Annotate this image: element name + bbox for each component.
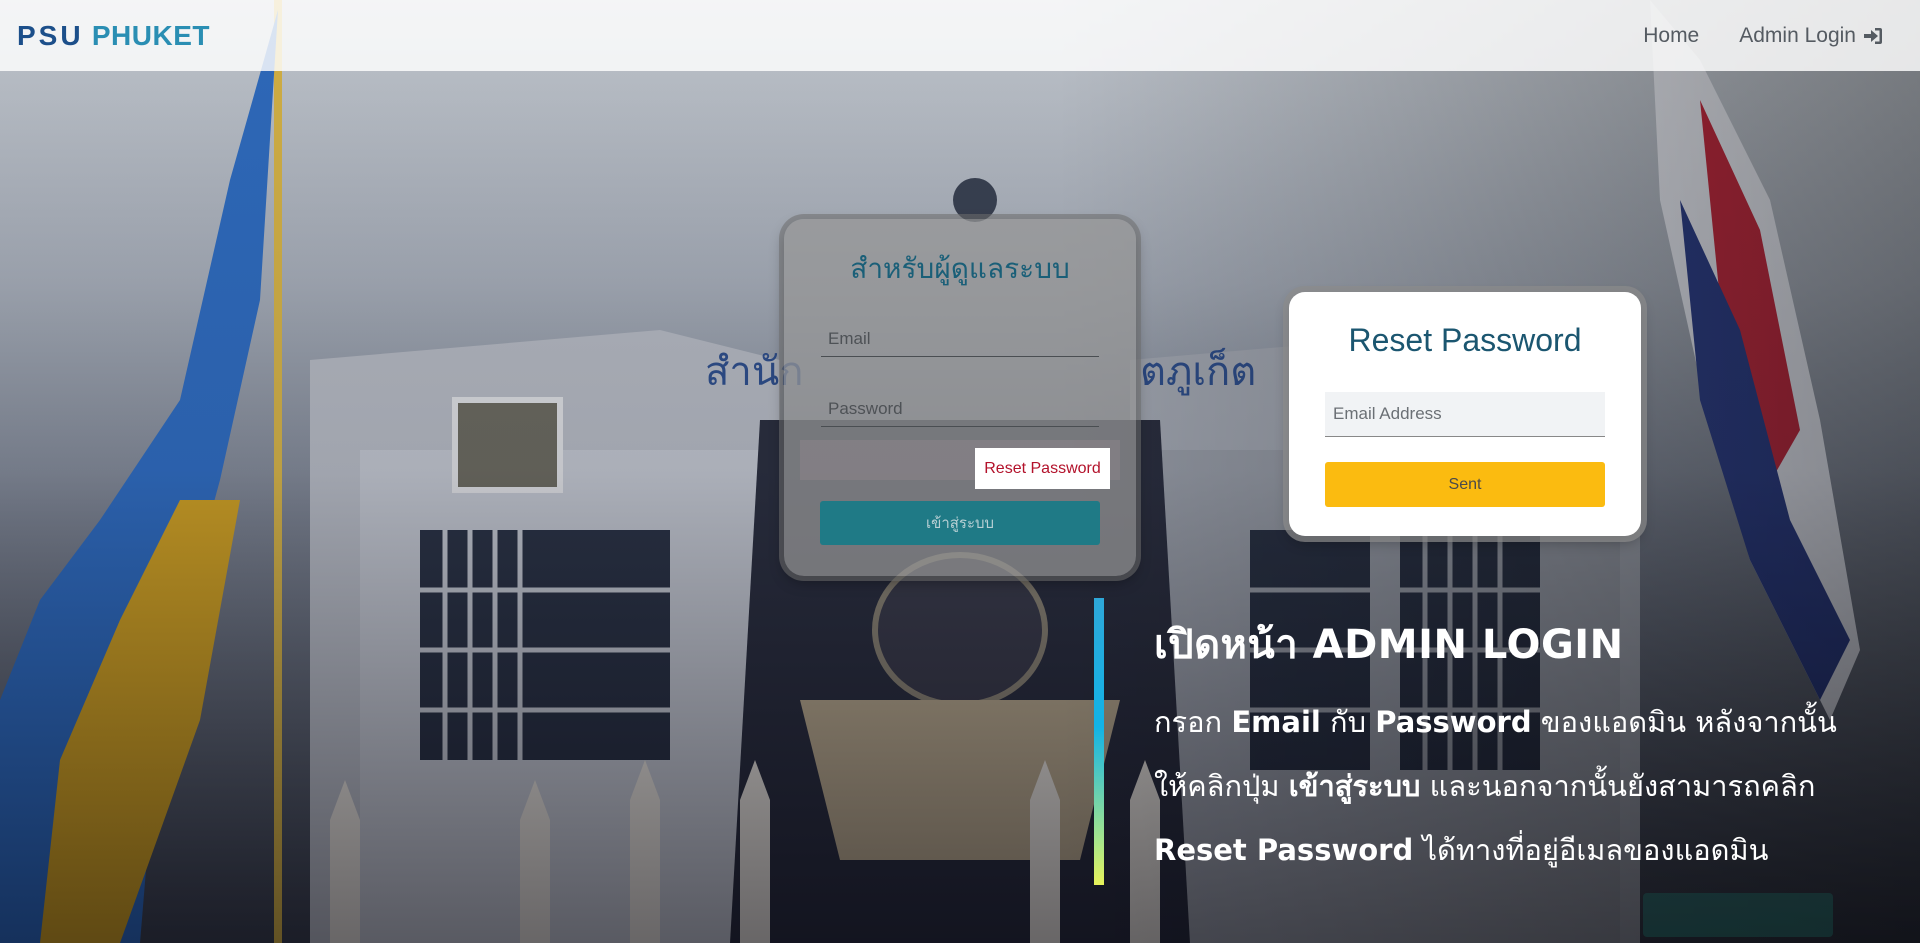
desc-bold-password: Password [1375, 705, 1532, 739]
login-card-title: สำหรับผู้ดูแลระบบ [850, 252, 1070, 285]
description-accent-bar [1094, 598, 1104, 885]
sign-in-icon [1864, 27, 1882, 44]
corner-chip [1643, 893, 1833, 937]
desc-bold-login: เข้าสู่ระบบ [1288, 769, 1421, 803]
desc-text: และนอกจากนั้นยังสามารถคลิก [1420, 769, 1816, 803]
desc-bold-reset: Reset Password [1154, 833, 1414, 867]
login-button[interactable]: เข้าสู่ระบบ [820, 501, 1100, 545]
navbar: PSU PHUKET Home Admin Login [0, 0, 1920, 71]
reset-card-title: Reset Password [1348, 322, 1582, 358]
desc-text: ได้ทางที่อยู่อีเมลของแอดมิน [1413, 833, 1769, 867]
reset-password-link[interactable]: Reset Password [975, 448, 1110, 489]
description-line-1: กรอก Email กับ Password ของแอดมิน หลังจา… [1154, 690, 1894, 754]
description-block: เปิดหน้า ADMIN LOGIN กรอก Email กับ Pass… [1154, 612, 1894, 882]
nav-home-link[interactable]: Home [1643, 24, 1699, 48]
sent-button[interactable]: Sent [1325, 462, 1605, 507]
desc-text: ของแอดมิน หลังจากนั้น [1531, 705, 1837, 739]
desc-text: กรอก [1154, 705, 1232, 739]
password-input[interactable] [821, 391, 1099, 427]
nav-admin-login-link[interactable]: Admin Login [1739, 24, 1883, 48]
brand-psu: PSU [17, 19, 84, 51]
brand-logo[interactable]: PSU PHUKET [17, 20, 210, 52]
email-input[interactable] [821, 321, 1099, 357]
brand-phuket: PHUKET [91, 19, 210, 51]
description-heading: เปิดหน้า ADMIN LOGIN [1154, 622, 1624, 668]
desc-bold-email: Email [1231, 705, 1321, 739]
admin-login-card: สำหรับผู้ดูแลระบบ Reset Password เข้าสู่… [784, 219, 1136, 576]
reset-password-card: Reset Password Sent [1289, 292, 1641, 536]
nav-admin-login-label: Admin Login [1739, 23, 1856, 47]
desc-text: กับ [1320, 705, 1376, 739]
desc-text: ให้คลิกปุ่ม [1154, 769, 1289, 803]
description-line-3: Reset Password ได้ทางที่อยู่อีเมลของแอดม… [1154, 818, 1894, 882]
nav-links: Home Admin Login [1643, 24, 1883, 48]
reset-email-input[interactable] [1325, 392, 1605, 437]
description-line-2: ให้คลิกปุ่ม เข้าสู่ระบบ และนอกจากนั้นยัง… [1154, 754, 1894, 818]
